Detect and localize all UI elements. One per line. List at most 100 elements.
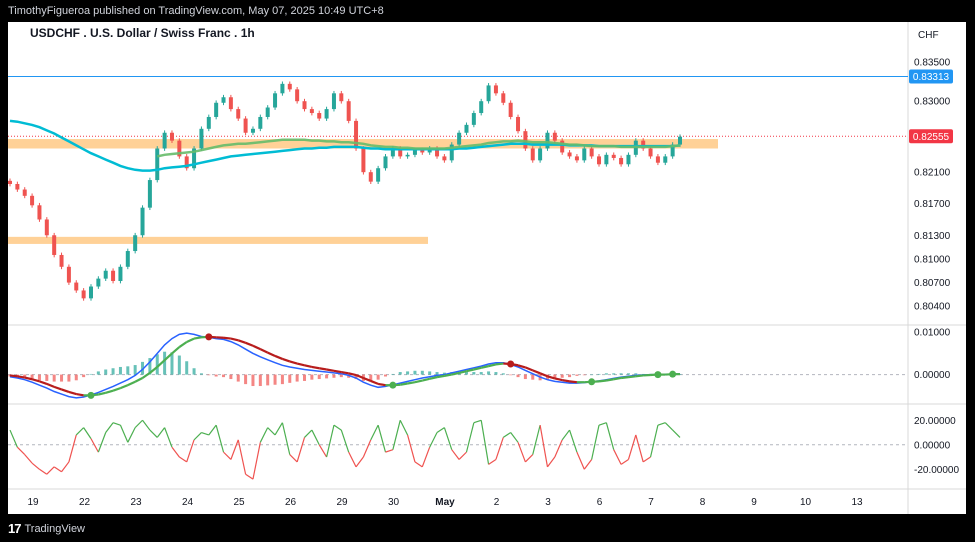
oscillator-segment	[620, 458, 629, 465]
macd-signal-segment	[569, 380, 578, 384]
candle-body	[309, 109, 314, 114]
candle-body	[52, 235, 57, 255]
macd-signal-segment	[554, 377, 563, 382]
oscillator-segment	[613, 449, 622, 465]
macd-cross-dot	[588, 378, 596, 386]
oscillator-segment	[16, 446, 26, 456]
macd-signal-segment	[9, 374, 18, 378]
macd-hist-bar	[82, 374, 86, 378]
macd-hist-bar	[133, 365, 137, 375]
oscillator-segment	[75, 427, 85, 436]
macd-signal-segment	[319, 367, 327, 371]
candle-body	[206, 116, 211, 129]
macd-tick-label: 0.01000	[914, 328, 951, 339]
candle-body	[155, 148, 160, 181]
chart-title: USDCHF . U.S. Dollar / Swiss Franc . 1h	[30, 26, 255, 40]
oscillator-segment	[68, 434, 77, 463]
macd-hist-bar	[45, 374, 49, 381]
oscillator-segment	[9, 429, 18, 448]
last-price-tag: 0.82555	[909, 129, 953, 144]
macd-signal-segment	[237, 339, 246, 344]
candle-body	[412, 150, 417, 155]
oscillator-segment	[502, 432, 511, 438]
candle-body	[214, 102, 219, 117]
candle-body	[545, 132, 550, 149]
time-tick-label: 26	[285, 497, 297, 508]
oscillator-segment	[149, 429, 158, 438]
chart-svg[interactable]: USDCHF . U.S. Dollar / Swiss Franc . 1h …	[8, 22, 966, 514]
candle-body	[295, 89, 300, 102]
macd-hist-bar	[295, 374, 299, 382]
candle-body	[538, 148, 543, 161]
candle-body	[103, 270, 108, 279]
macd-hist-bar	[266, 374, 270, 386]
macd-hist-bar	[383, 374, 387, 377]
candle-body	[405, 154, 410, 157]
oscillator-segment	[127, 427, 136, 443]
macd-hist-bar	[494, 372, 498, 375]
oscillator-segment	[201, 431, 209, 436]
macd-hist-bar	[339, 374, 343, 378]
macd-signal-segment	[296, 362, 305, 367]
oscillator-segment	[61, 461, 70, 473]
candle-body	[280, 83, 285, 94]
macd-signal-segment	[598, 379, 607, 383]
oscillator-axis[interactable]: 20.00000 0.00000 -20.00000	[914, 416, 959, 476]
candle-body	[8, 180, 12, 184]
oscillator-segment	[627, 434, 637, 460]
candle-body	[118, 266, 123, 281]
oscillator-segment	[333, 424, 342, 431]
macd-hist-bar	[509, 374, 513, 376]
macd-hist-bar	[435, 372, 439, 375]
time-axis[interactable]: 19 22 23 24 25 26 29 30 May 2 3 6 7 8 9 10 13	[27, 497, 863, 508]
macd-hist-bar	[185, 361, 189, 375]
macd-signal-segment	[53, 385, 62, 391]
tradingview-logo[interactable]: 17 TradingView	[8, 516, 85, 542]
macd-hist-bar	[155, 354, 159, 375]
brand-name: TradingView	[24, 523, 86, 535]
oscillator-segment	[524, 454, 534, 463]
candle-body	[376, 168, 381, 182]
macd-hist-bar	[597, 373, 601, 375]
macd-hist-bar	[37, 374, 41, 381]
time-tick-label: 10	[800, 497, 812, 508]
time-tick-label: 7	[648, 497, 654, 508]
oscillator-segment	[635, 434, 644, 463]
macd-axis[interactable]: 0.01000 0.00000	[914, 328, 951, 381]
candle-body	[471, 113, 476, 125]
price-axis[interactable]: 0.83500 0.83000 0.82100 0.81700 0.81300 0.810…	[914, 57, 951, 312]
macd-signal-segment	[620, 376, 629, 380]
oscillator-segment	[664, 422, 674, 431]
oscillator-segment	[532, 425, 541, 455]
macd-signal-segment	[39, 380, 48, 385]
macd-signal-segment	[61, 388, 70, 393]
time-tick-label: 25	[233, 497, 245, 508]
oscillator-segment	[539, 425, 549, 467]
macd-signal-segment	[127, 380, 136, 387]
svg-text:0.83313: 0.83313	[913, 72, 950, 83]
candle-body	[15, 184, 20, 190]
chart-area[interactable]: USDCHF . U.S. Dollar / Swiss Franc . 1h …	[8, 22, 966, 514]
macd-signal-segment	[193, 336, 202, 340]
macd-signal-segment	[134, 376, 144, 383]
macd-signal-segment	[562, 379, 570, 383]
oscillator-segment	[112, 422, 121, 426]
candle-body	[317, 113, 322, 119]
macd-hist-bar	[406, 371, 410, 375]
oscillator-segment	[414, 461, 423, 468]
oscillator-tick-label: -20.00000	[914, 465, 959, 476]
time-tick-label: 29	[336, 497, 348, 508]
macd-hist-bar	[273, 374, 277, 385]
oscillator-segment	[289, 454, 298, 463]
candle-body	[383, 156, 388, 169]
macd-tick-label: 0.00000	[914, 370, 951, 381]
oscillator-segment	[554, 439, 563, 458]
price-tick-label: 0.81300	[914, 231, 951, 242]
oscillator-segment	[53, 466, 62, 473]
tradingview-logo-icon: 17	[8, 521, 22, 536]
macd-hist-bar	[604, 373, 608, 375]
candle-body	[597, 156, 602, 165]
candle-body	[81, 290, 86, 299]
macd-hist-bar	[67, 374, 71, 382]
macd-signal-segment	[429, 376, 438, 380]
